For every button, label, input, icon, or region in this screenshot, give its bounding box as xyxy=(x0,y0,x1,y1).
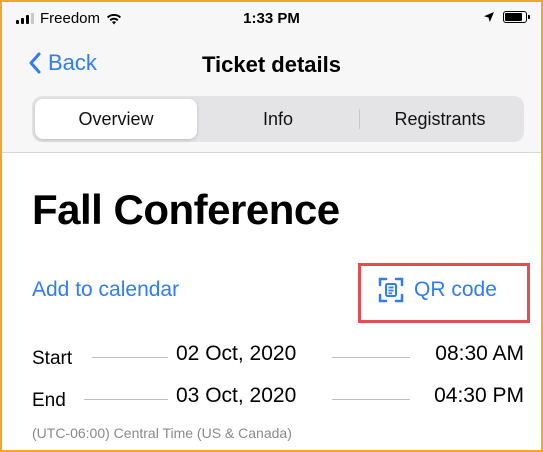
status-right xyxy=(483,11,530,23)
end-row: End 03 Oct, 2020 04:30 PM xyxy=(32,384,524,414)
start-date: 02 Oct, 2020 xyxy=(176,342,297,365)
segmented-control: Overview Info Registrants xyxy=(32,96,524,142)
start-label: Start xyxy=(32,348,73,369)
chevron-left-icon xyxy=(29,52,41,74)
start-divider-left xyxy=(92,357,168,358)
start-time: 08:30 AM xyxy=(435,342,524,365)
end-divider-left xyxy=(84,399,168,400)
tab-overview-label: Overview xyxy=(78,108,154,129)
event-title: Fall Conference xyxy=(32,186,340,233)
header-area: Freedom 1:33 PM Back Ticket details Over… xyxy=(2,2,541,153)
tab-overview[interactable]: Overview xyxy=(35,99,197,139)
back-button[interactable]: Back xyxy=(28,50,97,76)
qr-code-button[interactable]: QR code xyxy=(378,277,497,303)
battery-fill xyxy=(505,13,522,21)
timezone-text: (UTC-06:00) Central Time (US & Canada) xyxy=(32,425,292,441)
tab-info-label: Info xyxy=(262,108,294,129)
tab-info[interactable]: Info xyxy=(197,99,359,139)
add-to-calendar-link[interactable]: Add to calendar xyxy=(32,278,179,302)
tab-registrants[interactable]: Registrants xyxy=(359,99,521,139)
battery-icon xyxy=(503,11,530,23)
navigation-bar: Back Ticket details xyxy=(2,42,541,90)
end-date: 03 Oct, 2020 xyxy=(176,384,297,407)
location-arrow-icon xyxy=(484,12,494,22)
back-button-label: Back xyxy=(48,50,97,75)
end-time: 04:30 PM xyxy=(434,384,524,407)
end-divider-right xyxy=(332,399,410,400)
tab-registrants-label: Registrants xyxy=(394,108,486,129)
status-bar: Freedom 1:33 PM xyxy=(2,2,541,34)
start-divider-right xyxy=(332,357,410,358)
start-row: Start 02 Oct, 2020 08:30 AM xyxy=(32,342,524,372)
qr-code-label: QR code xyxy=(414,278,497,301)
qr-code-icon xyxy=(378,277,404,303)
end-label: End xyxy=(32,390,66,411)
status-time: 1:33 PM xyxy=(243,10,300,27)
